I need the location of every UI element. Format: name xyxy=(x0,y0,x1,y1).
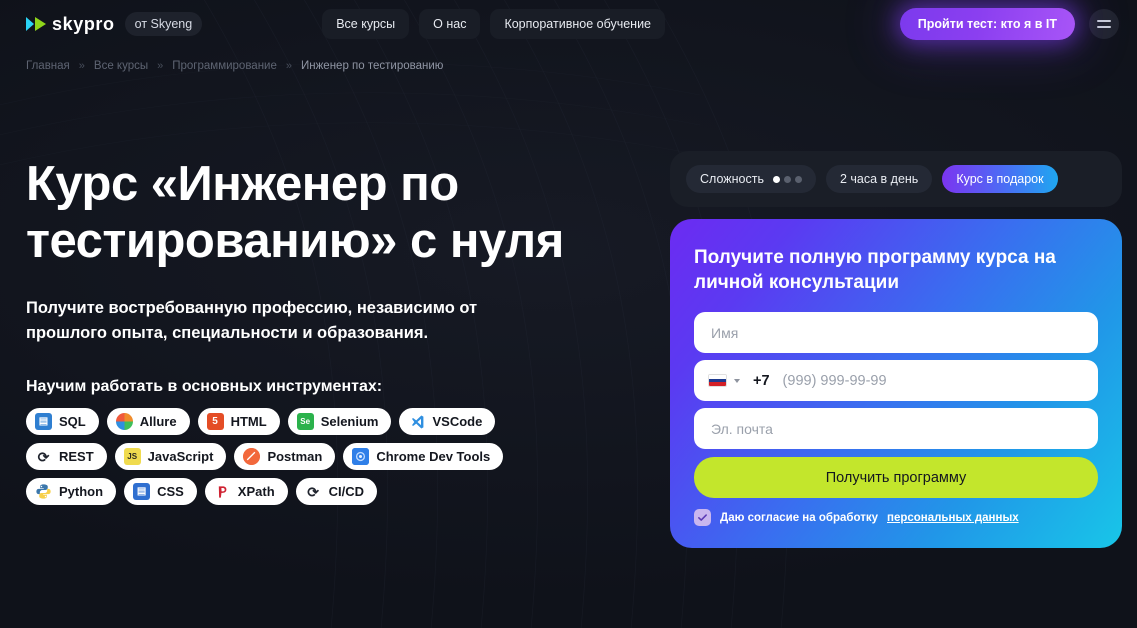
rest-icon: ⟳ xyxy=(37,448,50,465)
course-info-bar: Сложность 2 часа в день Курс в подарок xyxy=(670,151,1122,207)
email-input[interactable]: Эл. почта xyxy=(694,408,1098,449)
breadcrumb-separator: » xyxy=(78,60,85,72)
tool-chip-label: Chrome Dev Tools xyxy=(376,449,491,464)
python-icon xyxy=(35,483,52,500)
name-input-placeholder: Имя xyxy=(711,324,739,341)
allure-icon xyxy=(115,413,133,430)
lead-form-card: Получите полную программу курса на лично… xyxy=(670,219,1122,548)
tool-chip-label: REST xyxy=(59,449,94,464)
tool-chip-label: XPath xyxy=(237,484,275,499)
tool-chip-python: Python xyxy=(26,478,117,505)
tool-chip-postman: Postman xyxy=(234,443,336,470)
tool-chip-label: Allure xyxy=(139,414,177,429)
ru-flag-icon xyxy=(708,374,727,387)
nav-item-corporate[interactable]: Корпоративное обучение xyxy=(490,9,666,39)
consent-row: Даю согласие на обработку персональных д… xyxy=(694,509,1098,526)
nav-item-about[interactable]: О нас xyxy=(419,9,481,39)
tool-chip-label: SQL xyxy=(59,414,86,429)
vscode-icon xyxy=(408,413,425,430)
breadcrumb-item-current: Инженер по тестированию xyxy=(301,60,444,72)
tool-chip-label: CI/CD xyxy=(328,484,365,499)
tool-chip-javascript: JS JavaScript xyxy=(114,443,227,470)
tool-chip-label: CSS xyxy=(157,484,184,499)
site-header: skypro от Skyeng Все курсы О нас Корпора… xyxy=(0,0,1137,48)
breadcrumb-separator: » xyxy=(157,60,164,72)
email-input-placeholder: Эл. почта xyxy=(711,420,773,437)
phone-input[interactable]: +7 (999) 999-99-99 xyxy=(694,360,1098,401)
page-root: skypro от Skyeng Все курсы О нас Корпора… xyxy=(0,0,1137,628)
chrome-devtools-icon xyxy=(352,448,370,465)
main-content: Курс «Инженер по тестированию» с нуля По… xyxy=(0,151,1137,548)
hamburger-menu-icon[interactable] xyxy=(1089,9,1119,39)
main-nav: Все курсы О нас Корпоративное обучение xyxy=(322,9,666,39)
breadcrumb-item-home[interactable]: Главная xyxy=(26,60,70,72)
tool-chip-label: VSCode xyxy=(432,414,483,429)
breadcrumb-item-all-courses[interactable]: Все курсы xyxy=(94,60,148,72)
tool-chip-allure: Allure xyxy=(106,408,190,435)
country-code-chevron-down-icon[interactable] xyxy=(734,378,740,383)
javascript-icon: JS xyxy=(123,448,141,465)
postman-icon xyxy=(243,448,261,465)
tool-chip-label: HTML xyxy=(230,414,267,429)
tool-chip-label: JavaScript xyxy=(147,449,214,464)
breadcrumb-separator: » xyxy=(285,60,292,72)
logo-text: skypro xyxy=(52,13,115,34)
tool-chip-rest: ⟳ REST xyxy=(26,443,107,470)
tool-chip-vscode: VSCode xyxy=(399,408,496,435)
tools-section-title: Научим работать в основных инструментах: xyxy=(26,378,383,395)
difficulty-badge: Сложность xyxy=(686,165,816,193)
tool-chip-chrome-dev-tools: Chrome Dev Tools xyxy=(343,443,504,470)
difficulty-label: Сложность xyxy=(700,172,764,186)
tool-chip-label: Selenium xyxy=(320,414,379,429)
phone-input-placeholder: (999) 999-99-99 xyxy=(782,372,887,389)
tool-chip-selenium: Se Selenium xyxy=(287,408,392,435)
html5-icon: 5 xyxy=(206,413,224,430)
cicd-icon: ⟳ xyxy=(307,483,319,500)
tool-chip-label: Postman xyxy=(267,449,323,464)
header-right: Пройти тест: кто я в IT xyxy=(899,8,1119,40)
sql-icon: ▤ xyxy=(35,413,52,430)
breadcrumb: Главная » Все курсы » Программирование »… xyxy=(0,48,1137,72)
css3-icon: ▤ xyxy=(133,483,151,500)
form-title: Получите полную программу курса на лично… xyxy=(694,247,1056,293)
take-test-button[interactable]: Пройти тест: кто я в IT xyxy=(899,8,1075,40)
hero-left-column: Курс «Инженер по тестированию» с нуля По… xyxy=(26,156,666,548)
nav-item-all-courses[interactable]: Все курсы xyxy=(322,9,410,39)
selenium-icon: Se xyxy=(296,413,314,430)
tool-chip-cicd: ⟳ CI/CD xyxy=(295,478,378,505)
skypro-logo-mark-icon xyxy=(26,17,46,31)
gift-course-badge[interactable]: Курс в подарок xyxy=(942,165,1058,193)
xpath-icon xyxy=(214,483,231,500)
tool-chip-xpath: XPath xyxy=(204,478,288,505)
duration-badge: 2 часа в день xyxy=(825,165,933,193)
tool-chip-css: ▤ CSS xyxy=(124,478,197,505)
personal-data-link[interactable]: персональных данных xyxy=(887,512,1019,524)
skyeng-badge: от Skyeng xyxy=(124,12,203,36)
phone-country-code: +7 xyxy=(753,372,770,389)
submit-button[interactable]: Получить программу xyxy=(694,457,1098,498)
skypro-logo[interactable]: skypro xyxy=(26,14,115,35)
name-input[interactable]: Имя xyxy=(694,312,1098,353)
breadcrumb-item-programming[interactable]: Программирование xyxy=(172,60,277,72)
consent-text: Даю согласие на обработку xyxy=(720,511,878,524)
tools-chip-list: ▤ SQL Allure 5 HTML Se Selenium VSCode ⟳… xyxy=(26,408,506,505)
hero-subtitle: Получите востребованную профессию, незав… xyxy=(26,299,478,342)
tool-chip-sql: ▤ SQL xyxy=(26,408,99,435)
difficulty-dots-icon xyxy=(772,175,802,183)
hero-right-column: Сложность 2 часа в день Курс в подарок П… xyxy=(670,151,1122,548)
consent-checkbox[interactable] xyxy=(694,509,711,526)
page-title: Курс «Инженер по тестированию» с нуля xyxy=(26,157,564,268)
logo-block: skypro от Skyeng xyxy=(26,12,203,36)
tool-chip-label: Python xyxy=(59,484,104,499)
tool-chip-html: 5 HTML xyxy=(197,408,280,435)
